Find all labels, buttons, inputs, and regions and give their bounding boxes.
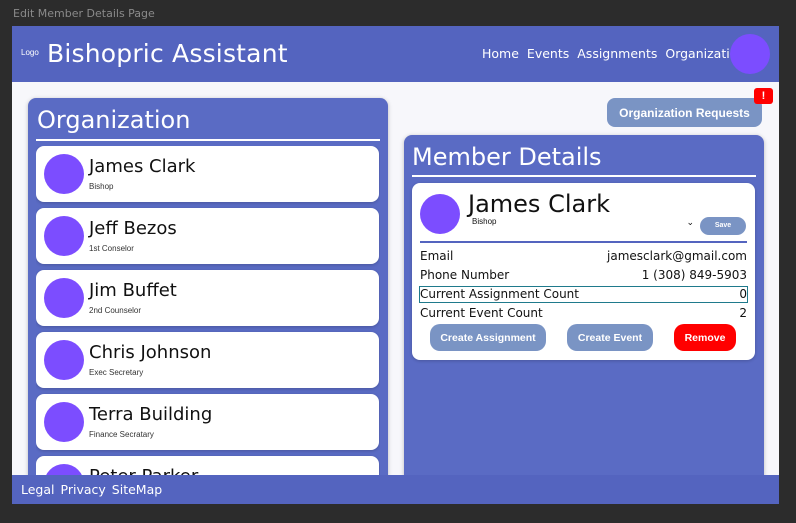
footer: Legal Privacy SiteMap (12, 475, 779, 504)
member-card[interactable]: Jim Buffet 2nd Counselor (36, 270, 379, 326)
member-name: Chris Johnson (89, 342, 212, 363)
member-name: James Clark (468, 190, 610, 218)
nav-assignments[interactable]: Assignments (577, 46, 657, 61)
member-name: Jim Buffet (89, 280, 177, 301)
avatar (420, 194, 460, 234)
notification-badge: ! (754, 88, 773, 104)
member-role: 1st Conselor (89, 244, 134, 253)
avatar (44, 278, 84, 318)
frame-label: Edit Member Details Page (13, 7, 155, 20)
page-frame: Logo Bishopric Assistant Home Events Ass… (12, 26, 779, 504)
detail-value: jamesclark@gmail.com (607, 249, 747, 263)
member-card[interactable]: James Clark Bishop (36, 146, 379, 202)
detail-label: Email (420, 249, 454, 263)
role-select[interactable]: Bishop ⌄ (472, 217, 694, 231)
organization-title: Organization (37, 106, 191, 134)
detail-row-email: Email jamesclark@gmail.com (420, 249, 747, 264)
footer-link-privacy[interactable]: Privacy (61, 482, 106, 497)
member-role: Finance Secratary (89, 430, 154, 439)
organization-panel: Organization James Clark Bishop Jeff Bez… (28, 98, 388, 504)
detail-row-assignment-count[interactable]: Current Assignment Count 0 (419, 286, 748, 303)
avatar (44, 216, 84, 256)
logo[interactable]: Logo (21, 48, 39, 57)
role-select-value: Bishop (472, 217, 497, 226)
avatar (44, 402, 84, 442)
detail-label: Current Assignment Count (420, 287, 579, 301)
member-role: Exec Secretary (89, 368, 144, 377)
detail-row-event-count: Current Event Count 2 (420, 306, 747, 321)
detail-value: 0 (739, 287, 747, 301)
divider (412, 175, 756, 177)
nav-events[interactable]: Events (527, 46, 569, 61)
divider (420, 241, 747, 243)
create-event-button[interactable]: Create Event (567, 324, 653, 351)
footer-link-sitemap[interactable]: SiteMap (112, 482, 162, 497)
footer-link-legal[interactable]: Legal (21, 482, 55, 497)
app-title: Bishopric Assistant (47, 39, 288, 68)
member-role: 2nd Counselor (89, 306, 142, 315)
create-assignment-button[interactable]: Create Assignment (430, 324, 546, 351)
member-card[interactable]: Chris Johnson Exec Secretary (36, 332, 379, 388)
avatar (44, 340, 84, 380)
member-details-title: Member Details (412, 143, 602, 171)
detail-value: 2 (739, 306, 747, 320)
top-header: Logo Bishopric Assistant Home Events Ass… (12, 26, 779, 82)
save-button[interactable]: Save (700, 217, 746, 235)
user-avatar[interactable] (730, 34, 770, 74)
nav-home[interactable]: Home (482, 46, 519, 61)
remove-button[interactable]: Remove (674, 324, 736, 351)
member-details-panel: Member Details James Clark Bishop ⌄ Save… (404, 135, 764, 504)
member-role: Bishop (89, 182, 114, 191)
member-name: Jeff Bezos (89, 218, 177, 239)
member-card[interactable]: Jeff Bezos 1st Conselor (36, 208, 379, 264)
detail-label: Phone Number (420, 268, 510, 282)
chevron-down-icon: ⌄ (686, 217, 694, 227)
detail-label: Current Event Count (420, 306, 543, 320)
member-card[interactable]: Peter Parker (36, 456, 379, 476)
member-name: James Clark (89, 156, 196, 177)
avatar (44, 154, 84, 194)
main-nav: Home Events Assignments Organization (482, 46, 745, 61)
detail-row-phone: Phone Number 1 (308) 849-5903 (420, 268, 747, 283)
member-name: Terra Building (89, 404, 213, 425)
member-list[interactable]: James Clark Bishop Jeff Bezos 1st Consel… (36, 146, 380, 476)
member-details-card: James Clark Bishop ⌄ Save Email jamescla… (412, 183, 755, 360)
member-card[interactable]: Terra Building Finance Secratary (36, 394, 379, 450)
organization-requests-button[interactable]: Organization Requests (607, 98, 762, 127)
detail-value: 1 (308) 849-5903 (641, 268, 747, 282)
divider (36, 139, 380, 141)
